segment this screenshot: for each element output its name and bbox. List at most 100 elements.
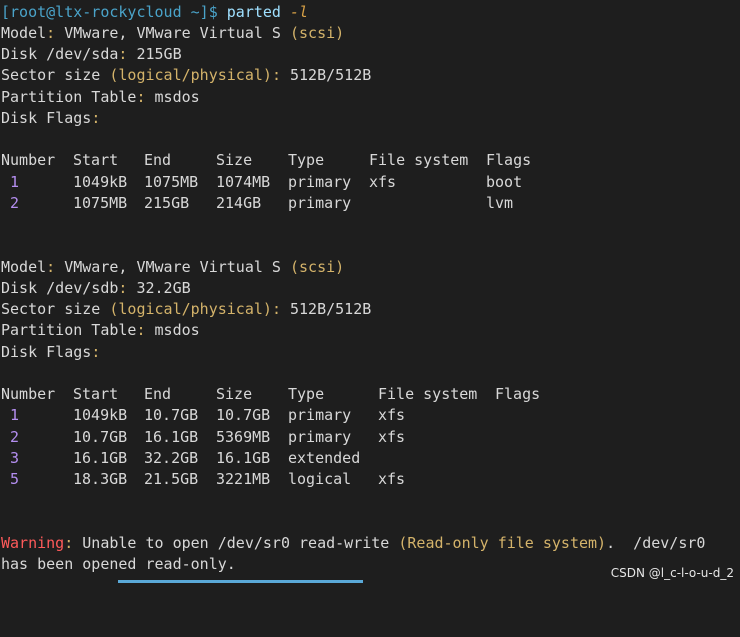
warning-text-tail: . /dev/sr0: [606, 534, 706, 552]
partition-number: 5: [10, 470, 20, 488]
partition-start: 1075MB: [73, 194, 128, 212]
partition-type: logical: [288, 470, 352, 488]
warning-line-2: has been opened read-only.: [1, 554, 236, 575]
sector-value: 512B/512B: [290, 300, 372, 318]
partition-end: 10.7GB: [144, 406, 199, 424]
warning-line: Warning: Unable to open /dev/sr0 read-wr…: [1, 534, 706, 552]
sector-label: Sector size: [1, 66, 101, 84]
disk1-pt-line: Partition Table: msdos: [1, 88, 200, 106]
model-label: Model: [1, 24, 47, 42]
partition-start: 1049kB: [73, 406, 128, 424]
partition-end: 16.1GB: [144, 428, 199, 446]
partition-size: 10.7GB: [216, 406, 271, 424]
partition-start: 10.7GB: [73, 428, 128, 446]
header-size: Size: [216, 151, 253, 169]
table-row: 2 1075MB 215GB 214GB primary lvm: [1, 193, 739, 214]
table-row: 2 10.7GB 16.1GB 5369MB primary xfs: [1, 427, 739, 448]
sector-paren: (logical/physical): [109, 66, 272, 84]
disk-label: Disk /dev/sda: [1, 45, 119, 63]
prompt-line: [root@ltx-rockycloud ~]$ parted -l: [1, 2, 308, 23]
disk2-flags-line: Disk Flags:: [1, 343, 101, 361]
warning-label: Warning: [1, 534, 65, 552]
model-value: VMware, VMware Virtual S: [64, 258, 281, 276]
pt-value: msdos: [154, 88, 200, 106]
disk-size: 215GB: [136, 45, 182, 63]
header-flags: Flags: [495, 385, 541, 403]
partition-size: 5369MB: [216, 428, 271, 446]
model-bus: (scsi): [290, 24, 345, 42]
sector-label: Sector size: [1, 300, 101, 318]
partition-size: 3221MB: [216, 470, 271, 488]
horizontal-scrollbar[interactable]: [118, 580, 363, 583]
header-filesystem: File system: [378, 385, 478, 403]
partition-filesystem: xfs: [378, 406, 406, 424]
header-start: Start: [73, 385, 119, 403]
partition-type: primary: [288, 406, 352, 424]
partition-number: 2: [10, 428, 20, 446]
table-row: 1 1049kB 10.7GB 10.7GB primary xfs: [1, 405, 739, 426]
partition-flags: lvm: [486, 194, 514, 212]
table-row: 5 18.3GB 21.5GB 3221MB logical xfs: [1, 469, 739, 490]
partition-start: 16.1GB: [73, 449, 128, 467]
pt-label: Partition Table: [1, 321, 137, 339]
header-number: Number: [1, 151, 56, 169]
command-flag: -l: [290, 3, 309, 21]
partition-size: 214GB: [216, 194, 262, 212]
header-end: End: [144, 151, 172, 169]
disk1-flags-line: Disk Flags:: [1, 109, 101, 127]
pt-value: msdos: [154, 321, 200, 339]
partition-end: 215GB: [144, 194, 190, 212]
warning-continuation: has been opened read-only.: [1, 555, 236, 573]
flags-label: Disk Flags: [1, 343, 92, 361]
sector-paren: (logical/physical): [109, 300, 272, 318]
header-flags: Flags: [486, 151, 532, 169]
command-text: parted: [226, 3, 281, 21]
pt-label: Partition Table: [1, 88, 137, 106]
disk2-model-line: Model: VMware, VMware Virtual S (scsi): [1, 258, 345, 276]
disk2-pt-line: Partition Table: msdos: [1, 321, 200, 339]
partition-number: 1: [10, 406, 20, 424]
header-size: Size: [216, 385, 253, 403]
partition-size: 16.1GB: [216, 449, 271, 467]
warning-paren: (Read-only file system): [398, 534, 607, 552]
header-start: Start: [73, 151, 119, 169]
partition-start: 1049kB: [73, 173, 128, 191]
terminal-window[interactable]: [root@ltx-rockycloud ~]$ parted -l Model…: [0, 0, 740, 586]
disk1-model-line: Model: VMware, VMware Virtual S (scsi): [1, 24, 345, 42]
disk2-table-header: Number Start End Size Type File system F…: [1, 384, 739, 405]
partition-filesystem: xfs: [378, 470, 406, 488]
header-number: Number: [1, 385, 56, 403]
model-bus: (scsi): [290, 258, 345, 276]
disk2-disk-line: Disk /dev/sdb: 32.2GB: [1, 279, 191, 297]
partition-end: 32.2GB: [144, 449, 199, 467]
partition-filesystem: xfs: [369, 173, 397, 191]
partition-end: 21.5GB: [144, 470, 199, 488]
model-label: Model: [1, 258, 47, 276]
partition-number: 3: [10, 449, 20, 467]
partition-number: 2: [10, 194, 20, 212]
header-type: Type: [288, 385, 325, 403]
sector-value: 512B/512B: [290, 66, 372, 84]
header-end: End: [144, 385, 172, 403]
disk1-disk-line: Disk /dev/sda: 215GB: [1, 45, 182, 63]
partition-type: primary: [288, 428, 352, 446]
header-type: Type: [288, 151, 325, 169]
disk1-table-header: Number Start End Size Type File system F…: [1, 150, 739, 171]
partition-filesystem: xfs: [378, 428, 406, 446]
table-row: 3 16.1GB 32.2GB 16.1GB extended: [1, 448, 739, 469]
partition-type: primary: [288, 173, 352, 191]
table-row: 1 1049kB 1075MB 1074MB primary xfs boot: [1, 172, 739, 193]
watermark: CSDN @l_c-l-o-u-d_2: [610, 566, 734, 580]
disk-label: Disk /dev/sdb: [1, 279, 119, 297]
disk-size: 32.2GB: [136, 279, 191, 297]
partition-type: primary: [288, 194, 352, 212]
disk1-sector-line: Sector size (logical/physical): 512B/512…: [1, 66, 372, 84]
partition-flags: boot: [486, 173, 523, 191]
header-filesystem: File system: [369, 151, 469, 169]
disk2-sector-line: Sector size (logical/physical): 512B/512…: [1, 300, 372, 318]
shell-prompt: [root@ltx-rockycloud ~]$: [1, 3, 218, 21]
partition-end: 1075MB: [144, 173, 199, 191]
partition-start: 18.3GB: [73, 470, 128, 488]
partition-type: extended: [288, 449, 361, 467]
warning-text: Unable to open /dev/sr0 read-write: [73, 534, 399, 552]
